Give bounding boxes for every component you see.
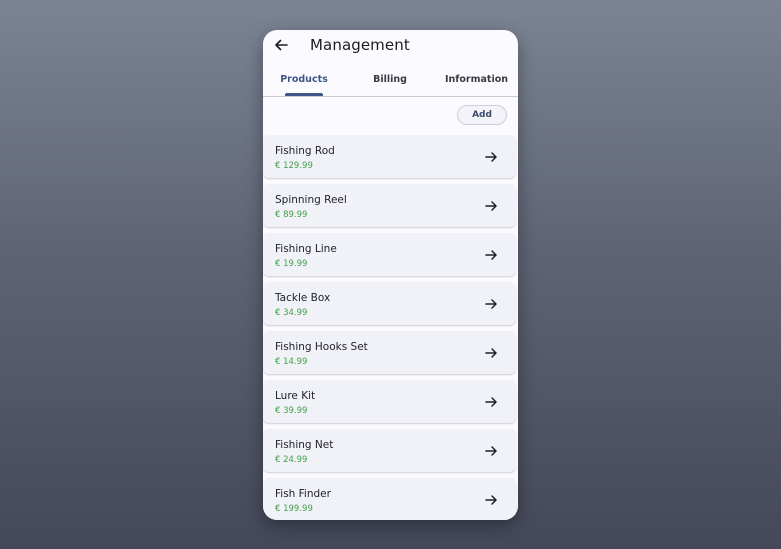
arrow-right-icon[interactable] xyxy=(484,248,498,262)
arrow-right-icon[interactable] xyxy=(484,395,498,409)
tab-products[interactable]: Products xyxy=(263,63,345,97)
arrow-right-icon[interactable] xyxy=(484,150,498,164)
product-price: € 199.99 xyxy=(275,504,313,514)
list-item[interactable]: Tackle Box € 34.99 xyxy=(263,282,516,325)
list-item[interactable]: Fish Finder € 199.99 xyxy=(263,478,516,520)
add-button[interactable]: Add xyxy=(457,105,507,125)
product-price: € 34.99 xyxy=(275,308,308,318)
product-price: € 39.99 xyxy=(275,406,308,416)
product-name: Tackle Box xyxy=(275,292,331,304)
tab-bar: Products Billing Information xyxy=(263,63,518,97)
product-price: € 14.99 xyxy=(275,357,308,367)
list-item[interactable]: Spinning Reel € 89.99 xyxy=(263,184,516,227)
product-price: € 24.99 xyxy=(275,455,308,465)
app-bar: Management xyxy=(263,30,518,62)
product-name: Spinning Reel xyxy=(275,194,347,206)
arrow-left-icon xyxy=(273,37,289,53)
product-price: € 129.99 xyxy=(275,161,313,171)
tab-billing[interactable]: Billing xyxy=(348,63,432,97)
product-name: Fishing Line xyxy=(275,243,337,255)
list-item[interactable]: Fishing Line € 19.99 xyxy=(263,233,516,276)
page-title: Management xyxy=(310,36,410,54)
phone-screen: Management Products Billing Information … xyxy=(263,30,518,520)
product-name: Fish Finder xyxy=(275,488,331,500)
product-name: Lure Kit xyxy=(275,390,316,402)
product-price: € 89.99 xyxy=(275,210,308,220)
arrow-right-icon[interactable] xyxy=(484,297,498,311)
arrow-right-icon[interactable] xyxy=(484,493,498,507)
product-list: Fishing Rod € 129.99 Spinning Reel € 89.… xyxy=(263,135,516,520)
arrow-right-icon[interactable] xyxy=(484,346,498,360)
tab-information[interactable]: Information xyxy=(435,63,518,97)
back-button[interactable] xyxy=(273,37,289,53)
arrow-right-icon[interactable] xyxy=(484,199,498,213)
product-name: Fishing Net xyxy=(275,439,334,451)
product-price: € 19.99 xyxy=(275,259,308,269)
arrow-right-icon[interactable] xyxy=(484,444,498,458)
product-name: Fishing Rod xyxy=(275,145,335,157)
active-tab-indicator xyxy=(285,93,323,96)
product-name: Fishing Hooks Set xyxy=(275,341,368,353)
list-item[interactable]: Fishing Rod € 129.99 xyxy=(263,135,516,178)
list-item[interactable]: Fishing Net € 24.99 xyxy=(263,429,516,472)
list-item[interactable]: Fishing Hooks Set € 14.99 xyxy=(263,331,516,374)
list-item[interactable]: Lure Kit € 39.99 xyxy=(263,380,516,423)
